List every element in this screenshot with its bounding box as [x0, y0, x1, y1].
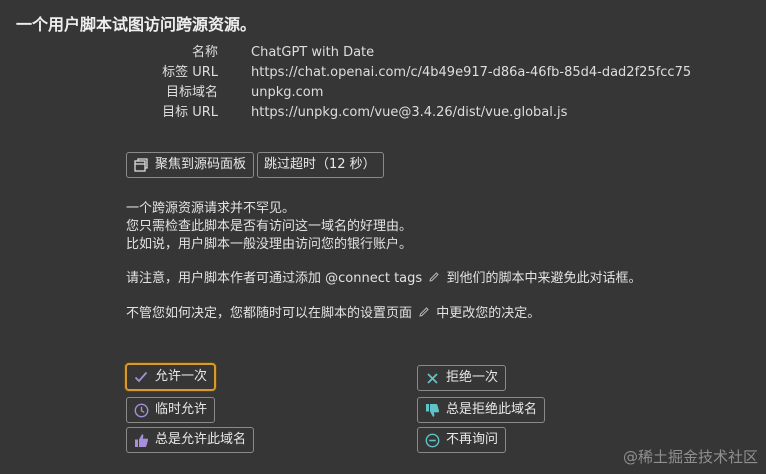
window-icon: [133, 157, 149, 173]
connect-note-text: 请注意，用户脚本作者可通过添加 @connect tags: [126, 271, 423, 286]
always-deny-domain-button[interactable]: 总是拒绝此域名: [417, 397, 546, 423]
info-label: 名称: [191, 45, 218, 60]
checkmark-icon: [133, 369, 149, 385]
skip-timeout-label: 跳过超时（12 秒）: [264, 157, 376, 172]
allow-once-button[interactable]: 允许一次: [125, 363, 217, 391]
never-ask-label: 不再询问: [446, 432, 499, 447]
info-label: 目标域名: [165, 85, 218, 100]
info-label: 标签 URL: [162, 65, 218, 80]
always-deny-domain-label: 总是拒绝此域名: [446, 402, 538, 417]
always-allow-domain-label: 总是允许此域名: [155, 432, 247, 447]
thumbs-up-icon: [133, 432, 149, 448]
info-value: https://chat.openai.com/c/4b49e917-d86a-…: [251, 65, 692, 80]
allow-temporarily-button[interactable]: 临时允许: [126, 397, 216, 423]
skip-timeout-button[interactable]: 跳过超时（12 秒）: [257, 152, 384, 178]
pencil-icon[interactable]: [418, 306, 430, 318]
connect-note: 请注意，用户脚本作者可通过添加 @connect tags 到他们的脚本中来避免…: [126, 270, 641, 288]
deny-once-button[interactable]: 拒绝一次: [417, 365, 507, 391]
connect-note-text-end: 到他们的脚本中来避免此对话框。: [446, 271, 642, 286]
settings-note-text-end: 中更改您的决定。: [436, 306, 541, 321]
explanation-line-3: 比如说，用户脚本一般没理由访问您的银行账户。: [126, 237, 413, 252]
watermark: @稀土掘金技术社区: [622, 448, 758, 466]
info-row-name: 名称 ChatGPT with Date: [0, 43, 766, 63]
info-row-tab-url: 标签 URL https://chat.openai.com/c/4b49e91…: [0, 63, 766, 83]
info-row-target-domain: 目标域名 unpkg.com: [0, 83, 766, 103]
thumbs-down-icon: [424, 402, 440, 418]
pencil-icon[interactable]: [428, 271, 440, 283]
info-row-target-url: 目标 URL https://unpkg.com/vue@3.4.26/dist…: [0, 103, 766, 123]
info-value: https://unpkg.com/vue@3.4.26/dist/vue.gl…: [251, 105, 568, 120]
always-allow-domain-button[interactable]: 总是允许此域名: [126, 427, 255, 453]
request-info: 名称 ChatGPT with Date 标签 URL https://chat…: [0, 43, 766, 123]
clock-icon: [133, 402, 149, 418]
focus-source-label: 聚焦到源码面板: [155, 157, 247, 172]
settings-note: 不管您如何决定，您都随时可以在脚本的设置页面 中更改您的决定。: [126, 305, 540, 323]
deny-once-label: 拒绝一次: [446, 370, 499, 385]
info-value: unpkg.com: [251, 85, 324, 100]
minus-circle-icon: [424, 432, 440, 448]
info-label: 目标 URL: [162, 105, 218, 120]
allow-once-label: 允许一次: [155, 369, 208, 384]
explanation-line-1: 一个跨源资源请求并不罕见。: [126, 201, 296, 216]
settings-note-text: 不管您如何决定，您都随时可以在脚本的设置页面: [126, 306, 413, 321]
focus-source-button[interactable]: 聚焦到源码面板: [126, 152, 255, 178]
info-value: ChatGPT with Date: [251, 45, 375, 60]
allow-temporarily-label: 临时允许: [155, 402, 208, 417]
close-icon: [424, 370, 440, 386]
never-ask-button[interactable]: 不再询问: [417, 427, 507, 453]
explanation-line-2: 您只需检查此脚本是否有访问这一域名的好理由。: [126, 219, 413, 234]
dialog-title: 一个用户脚本试图访问跨源资源。: [16, 15, 257, 34]
